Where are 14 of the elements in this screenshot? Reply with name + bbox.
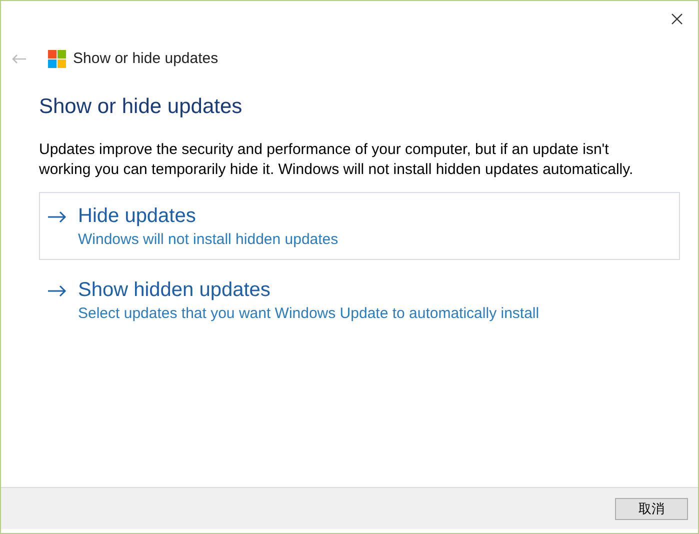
option-link[interactable]: Show hidden updates Select updates that you want Windows Update to automatically install (39, 266, 680, 334)
option-title: Show hidden updates (78, 278, 272, 302)
window-title: Show or hide updates (73, 48, 218, 69)
cancel-button[interactable]: 取消 (615, 498, 688, 520)
description-text: Updates improve the security and performance of your computer, but if an update isn't working you can temporarily hide it. Windows will not install hidden updates automatically. (39, 140, 634, 180)
arrow-icon (47, 284, 67, 296)
app-logo-icon (48, 50, 66, 68)
option-subtitle: Windows will not install hidden updates (78, 230, 338, 250)
page-heading: Show or hide updates (39, 94, 244, 120)
option-title: Hide updates (78, 204, 197, 228)
option-link[interactable]: Hide updates Windows will not install hidden updates (39, 192, 680, 260)
arrow-icon (47, 210, 67, 222)
close-icon[interactable] (671, 13, 683, 25)
option-subtitle: Select updates that you want Windows Update to automatically install (78, 304, 540, 324)
